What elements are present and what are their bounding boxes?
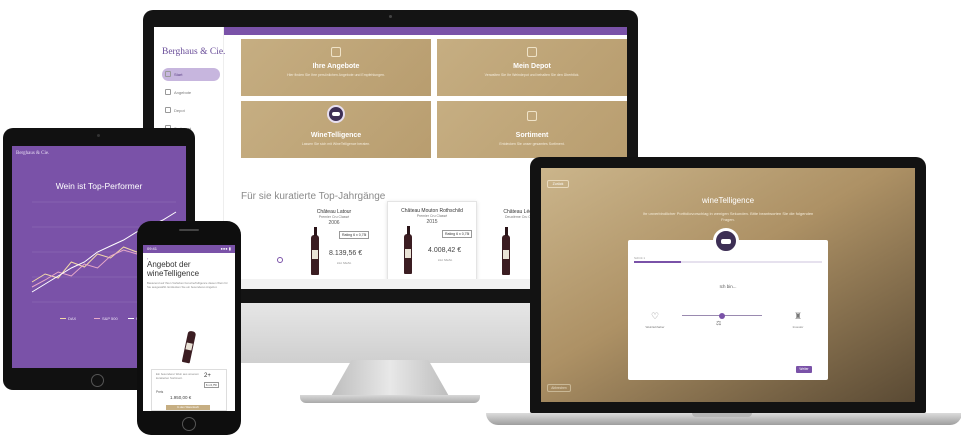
option-label: Weinliebhaber (645, 325, 665, 329)
tile-text: Hier finden Sie Ihre persönlichen Angebo… (287, 73, 385, 77)
rating-badge: Rating 6 x 0,75l (442, 230, 473, 238)
laptop-notch (692, 413, 752, 417)
carousel-prev-icon[interactable] (277, 257, 283, 263)
page-title: wineTelligence (701, 196, 755, 205)
sidebar-item-label: Start (174, 72, 183, 77)
progress-fill (634, 261, 681, 263)
option-left[interactable]: ♡ Weinliebhaber (640, 312, 670, 329)
camera (97, 134, 100, 137)
score: 2+ (204, 373, 211, 379)
status-time: 09:41 (147, 246, 158, 251)
laptop-screen: Zurück wineTelligence Ihr unverbindliche… (541, 168, 915, 402)
home-button[interactable] (182, 417, 196, 431)
robot-icon (713, 228, 739, 254)
phone-screen: 09:41 ●●● ▮ ‹ Angebot der wineTelligence… (143, 245, 235, 411)
intro-text: Ihr unverbindlicher Portfoliovorschlag i… (642, 211, 814, 222)
wine-bottle-icon (502, 227, 510, 275)
offer-text: Ein besonderer Wein aus unserem kuratier… (156, 372, 200, 380)
legend-label: DAX (68, 316, 77, 321)
speaker (179, 229, 199, 231)
camera (389, 15, 392, 18)
offers-icon (165, 89, 171, 95)
wine-card-featured[interactable]: Château Mouton Rothschild Premier Cru Cl… (387, 201, 477, 281)
size-badge: 6 x 0,75l (204, 382, 219, 388)
page-title: Angebot der wineTelligence (147, 260, 200, 278)
offer-box: Ein besonderer Wein aus unserem kuratier… (151, 369, 227, 411)
depot-icon (165, 107, 171, 113)
tile-text: Verwalten Sie Ihr Weindepot und behalten… (484, 73, 580, 77)
sidebar-item-start[interactable]: Start (162, 68, 220, 81)
imac-stand (330, 360, 450, 398)
brand-logo: Berghaus & Cie. (16, 151, 50, 156)
robot-icon (327, 105, 345, 123)
wine-bottle-icon (311, 227, 319, 275)
tile-sortiment[interactable]: Sortiment Entdecken Sie unser gesamtes S… (437, 101, 627, 158)
imac-stand-base (300, 395, 480, 403)
laptop-frame: Zurück wineTelligence Ihr unverbindliche… (530, 157, 926, 413)
questionnaire-card: Schritt 1 Ich bin... ♡ Weinliebhaber ⚖ ♜… (628, 228, 828, 380)
next-button[interactable]: Weiter (796, 366, 812, 373)
tile-angebote[interactable]: Ihre Angebote Hier finden Sie Ihre persö… (241, 39, 431, 96)
answer-slider[interactable] (682, 312, 762, 319)
top-accent-bar (224, 27, 627, 35)
catalog-icon (527, 111, 537, 121)
heart-icon: ♡ (650, 312, 660, 322)
signal-icon: ●●● ▮ (220, 246, 231, 251)
back-button[interactable]: Zurück (547, 180, 569, 188)
slider-handle[interactable] (719, 312, 725, 319)
tile-text: Entdecken Sie unser gesamtes Sortiment. (499, 142, 565, 146)
wine-price: 8.139,56 € (329, 250, 363, 257)
wine-classification: Premier Cru Classé (318, 215, 350, 219)
offer-price: 1.950,00 € (170, 395, 192, 400)
progress-label: Schritt 1 (634, 256, 646, 260)
status-bar: 09:41 ●●● ▮ (143, 245, 235, 253)
offers-icon (331, 47, 341, 57)
option-label: Investor (792, 325, 804, 329)
section-heading: Für sie kuratierte Top-Jahrgänge (241, 191, 386, 202)
sidebar-item-depot[interactable]: Depot (162, 104, 220, 117)
wine-vintage: 2006 (328, 220, 340, 226)
sidebar-item-label: Angebote (174, 90, 192, 95)
wine-bottle-icon (404, 226, 412, 274)
wine-price: 4.008,42 € (428, 247, 462, 254)
tile-winetelligence[interactable]: WineTelligence Lassen Sie sich mit WineT… (241, 101, 431, 158)
home-icon (165, 71, 171, 77)
balance-icon: ⚖ (716, 320, 722, 327)
chart-icon: ♜ (793, 312, 803, 322)
price-note: inkl. MwSt. (438, 258, 453, 262)
legend-label: S&P 500 (102, 316, 118, 321)
depot-icon (527, 47, 537, 57)
intro-text: Basierend auf Ihren Vorlieben hat wineTe… (147, 281, 228, 289)
add-to-cart-button[interactable]: In den Warenkorb (166, 405, 210, 410)
brand-logo: Berghaus & Cie. (162, 47, 226, 57)
chart-title: Wein ist Top-Performer (55, 181, 143, 191)
tile-text: Lassen Sie sich mit WineTelligence berat… (301, 142, 371, 146)
price-label: Preis (156, 390, 164, 394)
device-mockup-scene: Berghaus & Cie. Start Angebote Depot Sor… (0, 0, 961, 437)
tile-depot[interactable]: Mein Depot Verwalten Sie Ihr Weindepot u… (437, 39, 627, 96)
tile-title: Sortiment (515, 132, 549, 139)
home-button[interactable] (91, 374, 104, 387)
sidebar-item-label: Depot (174, 108, 185, 113)
cancel-button[interactable]: Abbrechen (547, 384, 571, 392)
tile-title: WineTelligence (310, 132, 362, 139)
wine-vintage: 2015 (426, 219, 438, 225)
wine-classification: Premier Cru Classé (416, 214, 448, 218)
price-note: inkl. MwSt. (337, 261, 352, 265)
sidebar-item-angebote[interactable]: Angebote (162, 86, 220, 99)
progress-bar (634, 261, 822, 263)
question-text: Ich bin... (719, 284, 737, 289)
wine-card[interactable]: Château Latour Premier Cru Classé 2006 R… (297, 209, 371, 277)
rating-badge: Rating 6 x 0,75l (339, 231, 370, 239)
option-right[interactable]: ♜ Investor (778, 312, 818, 329)
phone-frame: 09:41 ●●● ▮ ‹ Angebot der wineTelligence… (137, 221, 241, 435)
tile-title: Mein Depot (513, 63, 551, 70)
tile-title: Ihre Angebote (312, 63, 360, 70)
wine-bottle-icon (181, 330, 197, 364)
